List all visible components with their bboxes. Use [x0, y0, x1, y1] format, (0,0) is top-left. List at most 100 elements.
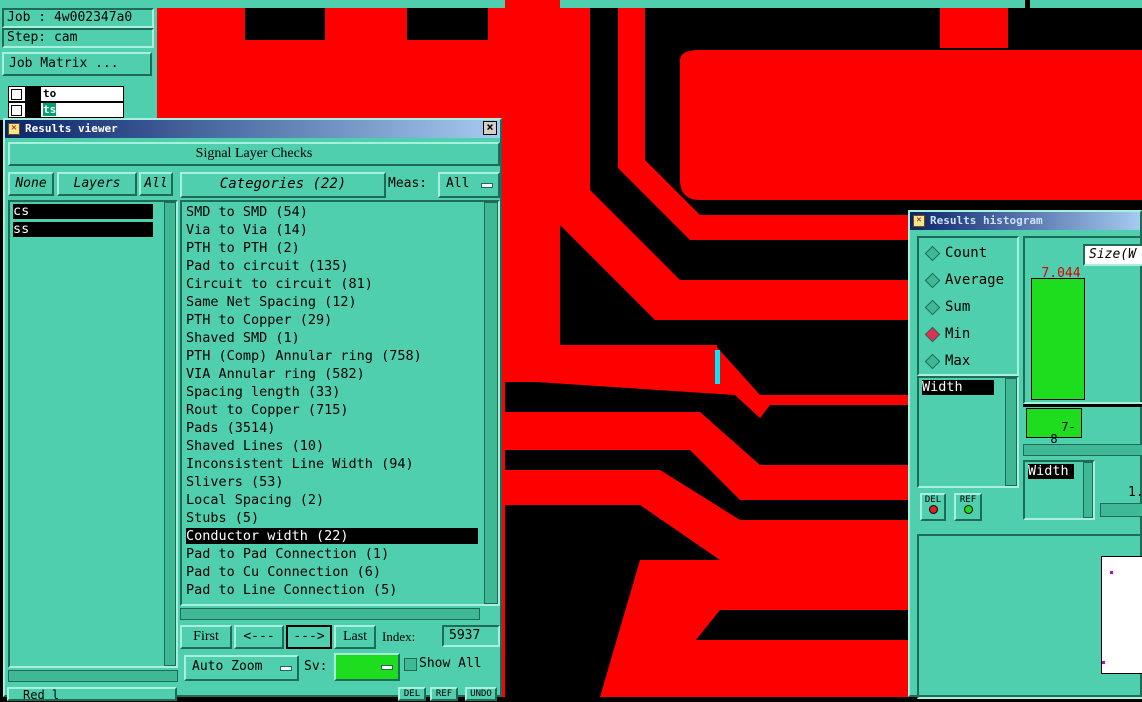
category-item[interactable]: Slivers (53) — [186, 474, 478, 490]
window-icon: ✕ — [8, 123, 20, 135]
layer-row-to[interactable]: to — [8, 86, 124, 102]
mode-label: Sum — [945, 299, 971, 315]
mode-label: Min — [945, 326, 971, 342]
size-label: Size(W — [1083, 244, 1142, 266]
show-all-checkbox[interactable] — [404, 658, 417, 671]
radio-diamond-icon[interactable] — [924, 326, 941, 343]
auto-zoom-label: Auto Zoom — [192, 659, 263, 674]
category-item[interactable]: SMD to SMD (54) — [186, 204, 478, 220]
attr2-scrollbar[interactable] — [1083, 462, 1093, 518]
layers-button[interactable]: Layers — [57, 172, 137, 196]
ref-button[interactable]: REF — [954, 493, 982, 521]
meas-dropdown[interactable]: All — [438, 172, 500, 198]
categories-hscrollbar[interactable] — [180, 608, 480, 620]
mode-label: Max — [945, 353, 971, 369]
sv-color-dropdown[interactable] — [334, 653, 400, 681]
category-item[interactable]: Inconsistent Line Width (94) — [186, 456, 478, 472]
mode-radio-min[interactable]: Min — [923, 325, 1017, 343]
layer-item-cs[interactable]: cs — [13, 204, 153, 219]
category-item[interactable]: PTH to Copper (29) — [186, 312, 478, 328]
first-button[interactable]: First — [180, 625, 232, 649]
category-item[interactable]: Shaved SMD (1) — [186, 330, 478, 346]
del-button[interactable]: DEL — [920, 493, 946, 521]
bar-label: 7- 8 — [1050, 420, 1076, 446]
next-button[interactable]: ---> — [286, 625, 332, 649]
attr-item-width[interactable]: Width — [922, 380, 994, 395]
attr2-item-width[interactable]: Width — [1028, 464, 1074, 479]
job-name: Job : 4w002347a0 — [2, 8, 154, 28]
layers-scrollbar[interactable] — [164, 202, 176, 666]
index-label: Index: — [382, 629, 416, 644]
mode-label: Count — [945, 245, 988, 261]
all-button[interactable]: All — [139, 172, 173, 196]
histogram-chart: Size(W 7.044 — [1023, 236, 1142, 404]
radio-diamond-icon[interactable] — [924, 353, 941, 370]
category-item[interactable]: Local Spacing (2) — [186, 492, 478, 508]
categories-button[interactable]: Categories (22) — [180, 172, 386, 198]
auto-zoom-dropdown[interactable]: Auto Zoom — [184, 655, 299, 681]
undo-button[interactable]: UNDO — [465, 687, 497, 701]
histogram-axis — [1023, 404, 1142, 407]
preview-dot — [1102, 661, 1105, 664]
checkbox-icon[interactable] — [11, 89, 22, 100]
category-item[interactable]: Same Net Spacing (12) — [186, 294, 478, 310]
category-item[interactable]: Spacing length (33) — [186, 384, 478, 400]
close-icon[interactable]: × — [483, 121, 497, 135]
results-histogram-titlebar[interactable]: ✕ Results histogram — [910, 212, 1140, 230]
sv-label: Sv: — [304, 659, 328, 674]
mode-radio-max[interactable]: Max — [923, 352, 1017, 370]
histogram-hscrollbar[interactable] — [1023, 444, 1142, 456]
category-item[interactable]: Conductor width (22) — [186, 528, 478, 544]
histogram-bar[interactable] — [1031, 278, 1085, 400]
category-item[interactable]: PTH to PTH (2) — [186, 240, 478, 256]
category-item[interactable]: Pad to Pad Connection (1) — [186, 546, 478, 562]
results-viewer-title: Results viewer — [25, 122, 118, 135]
mode-radio-group: Count Average Sum Min Max — [917, 236, 1019, 376]
category-item[interactable]: VIA Annular ring (582) — [186, 366, 478, 382]
job-matrix-button[interactable]: Job Matrix ... — [2, 52, 152, 76]
window-icon: ✕ — [913, 215, 925, 227]
attr-list-2[interactable]: Width — [1023, 460, 1095, 520]
check-title-button[interactable]: Signal Layer Checks — [8, 142, 500, 166]
radio-diamond-icon[interactable] — [924, 272, 941, 289]
layer-item-ss[interactable]: ss — [13, 222, 153, 237]
layer-row-label: ts — [43, 103, 57, 116]
category-item[interactable]: Rout to Copper (715) — [186, 402, 478, 418]
attr-scrollbar[interactable] — [1005, 378, 1017, 486]
histogram-preview — [917, 534, 1142, 699]
del-indicator-icon — [928, 505, 938, 514]
checkbox-icon[interactable] — [11, 105, 22, 116]
mode-radio-count[interactable]: Count — [923, 244, 1017, 262]
bottom-layer-field[interactable]: Red l — [7, 687, 177, 701]
layer-row-ts[interactable]: ts — [8, 102, 124, 118]
mode-radio-average[interactable]: Average — [923, 271, 1017, 289]
category-item[interactable]: Via to Via (14) — [186, 222, 478, 238]
job-panel: Job : 4w002347a0 Step: cam Job Matrix ..… — [0, 0, 157, 120]
del-button[interactable]: DEL — [398, 687, 426, 701]
categories-scrollbar[interactable] — [484, 202, 498, 604]
ref-button[interactable]: REF — [430, 687, 458, 701]
mode-radio-sum[interactable]: Sum — [923, 298, 1017, 316]
radio-diamond-icon[interactable] — [924, 299, 941, 316]
category-item[interactable]: Stubs (5) — [186, 510, 478, 526]
layers-list[interactable]: cs ss — [8, 200, 178, 668]
last-button[interactable]: Last — [334, 625, 376, 649]
categories-list[interactable]: SMD to SMD (54) Via to Via (14) PTH to PTH… — [180, 200, 500, 606]
category-item[interactable]: Pads (3514) — [186, 420, 478, 436]
layers-hscrollbar[interactable] — [8, 670, 178, 682]
value-slider[interactable] — [1100, 503, 1142, 517]
index-input[interactable]: 5937 — [442, 625, 500, 647]
results-viewer-titlebar[interactable]: ✕ Results viewer — [5, 120, 500, 138]
category-item[interactable]: PTH (Comp) Annular ring (758) — [186, 348, 478, 364]
slider-value: 1. — [1128, 485, 1142, 500]
radio-diamond-icon[interactable] — [924, 245, 941, 262]
attr-list[interactable]: Width — [917, 376, 1019, 488]
category-item[interactable]: Pad to Cu Connection (6) — [186, 564, 478, 580]
layer-color-swatch — [25, 87, 41, 101]
category-item[interactable]: Pad to Line Connection (5) — [186, 582, 478, 598]
none-button[interactable]: None — [8, 172, 54, 196]
category-item[interactable]: Shaved Lines (10) — [186, 438, 478, 454]
category-item[interactable]: Pad to circuit (135) — [186, 258, 478, 274]
category-item[interactable]: Circuit to circuit (81) — [186, 276, 478, 292]
prev-button[interactable]: <--- — [234, 625, 284, 649]
